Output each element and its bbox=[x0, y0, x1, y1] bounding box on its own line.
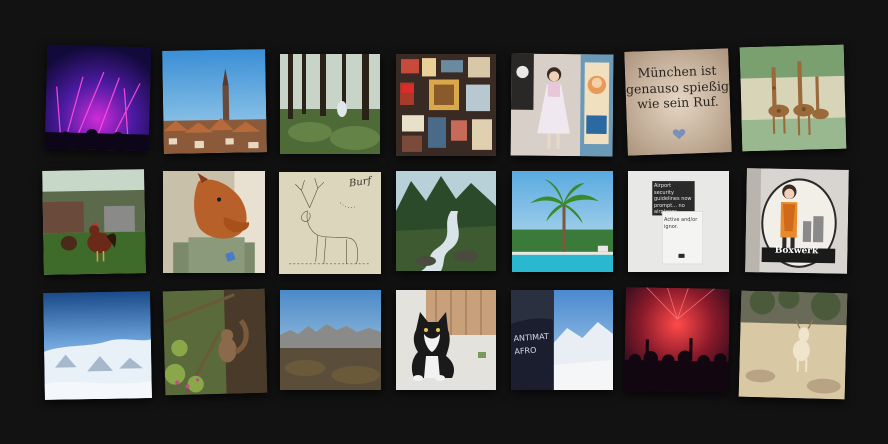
photo-snow-trail[interactable]: ANTIMAT AFRO bbox=[511, 290, 613, 390]
photo-palm-pool[interactable] bbox=[512, 171, 613, 272]
note-light: Active and/or ignor. bbox=[664, 217, 698, 230]
photo-horse-mask[interactable] bbox=[163, 171, 265, 273]
photo-mountain-stream[interactable] bbox=[396, 171, 496, 271]
photo-rooster[interactable] bbox=[42, 169, 146, 275]
photo-goat-rocks[interactable] bbox=[738, 290, 848, 400]
photo-concert-lights[interactable] bbox=[44, 44, 152, 152]
photo-black-white-cat[interactable] bbox=[396, 290, 496, 390]
photo-boxwerk-sign[interactable]: Boxwerk bbox=[745, 168, 849, 274]
muenchen-quote: München ist genauso spießig wie sein Ruf… bbox=[625, 62, 731, 112]
photo-alps-aerial[interactable] bbox=[43, 291, 152, 400]
boxwerk-label: Boxwerk bbox=[774, 245, 819, 257]
photo-squirrel-tree[interactable] bbox=[162, 288, 268, 396]
photo-paper-notes[interactable]: Airport security guidelines now prompt..… bbox=[628, 171, 729, 272]
photo-muenchen-print[interactable]: München ist genauso spießig wie sein Ruf… bbox=[624, 48, 732, 156]
photo-rocky-ridge[interactable] bbox=[280, 290, 381, 390]
hoodie-text: ANTIMAT AFRO bbox=[513, 331, 550, 357]
photo-red-crowd[interactable] bbox=[624, 287, 730, 393]
photo-grid: München ist genauso spießig wie sein Ruf… bbox=[0, 0, 888, 444]
photo-town-church[interactable] bbox=[162, 49, 267, 154]
photo-stag-sketch[interactable]: Burf bbox=[279, 172, 381, 274]
photo-forest-path[interactable] bbox=[280, 54, 380, 154]
note-dark: Airport security guidelines now prompt..… bbox=[654, 183, 692, 215]
photo-poster-wall[interactable] bbox=[396, 54, 496, 156]
photo-giraffes[interactable] bbox=[739, 44, 847, 152]
photo-girl-mural[interactable] bbox=[510, 53, 614, 157]
